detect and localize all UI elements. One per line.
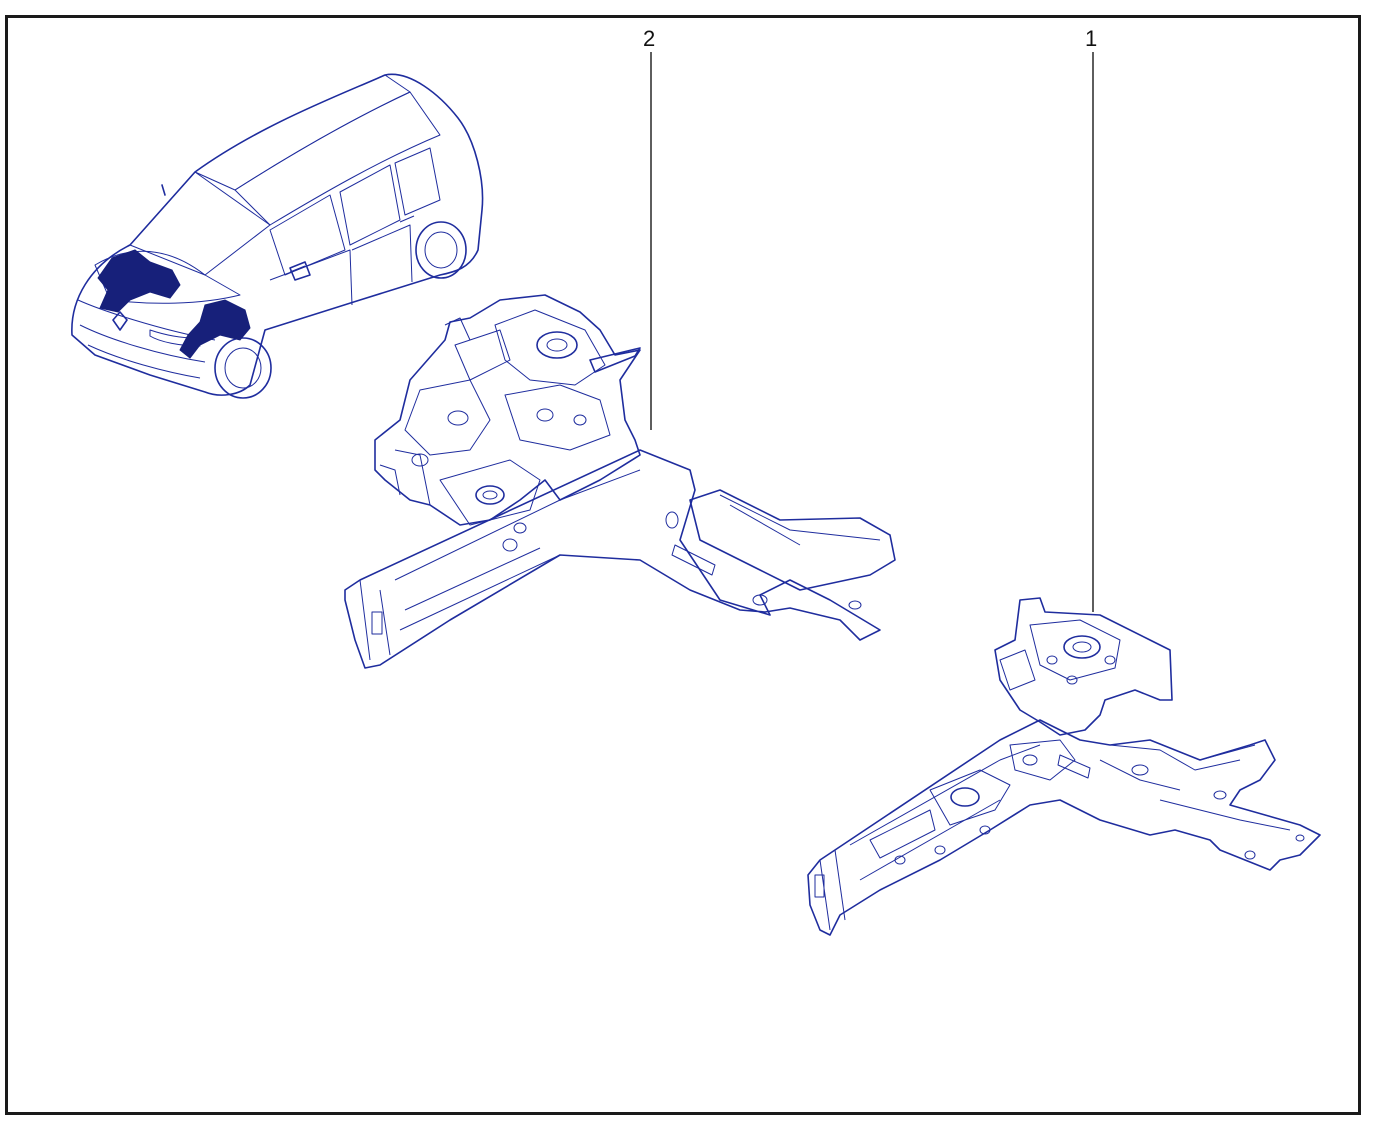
callout-label-2: 2 bbox=[643, 26, 656, 51]
part-1-assembly bbox=[807, 597, 1321, 936]
parts-diagram bbox=[71, 52, 1321, 936]
highlighted-part-lower bbox=[179, 299, 251, 359]
callout-label-1: 1 bbox=[1085, 26, 1098, 51]
vehicle-illustration bbox=[71, 73, 484, 399]
part-2-assembly bbox=[344, 294, 896, 669]
